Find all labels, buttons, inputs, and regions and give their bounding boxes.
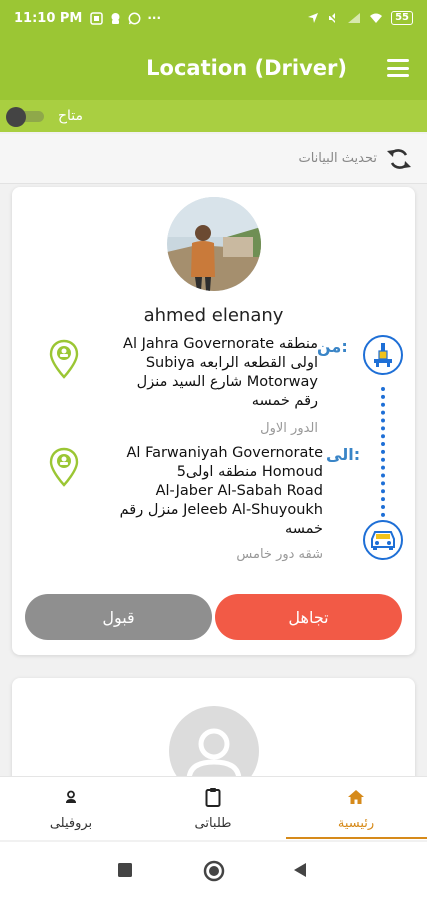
from-address: Al Jahra Governorate منطقه Subiya اولى ا… <box>78 335 318 411</box>
refresh-label: تحديث البيانات <box>298 151 377 166</box>
to-address-line: 5منطقه اولى Homoud <box>176 464 323 480</box>
to-address-line: Al Farwaniyah Governorate <box>126 445 323 461</box>
active-tab-indicator <box>286 837 427 839</box>
to-address-line: خمسه <box>284 521 323 537</box>
android-notification-icon <box>111 12 120 24</box>
nav-item-my-orders[interactable]: طلباتى <box>142 777 284 839</box>
car-icon <box>371 531 395 550</box>
to-label: الى: <box>326 445 361 464</box>
from-floor: الدور الاول <box>260 421 318 436</box>
to-address-line: Al-Jaber Al-Sabah Road <box>155 483 323 499</box>
status-time: 11:10 PM <box>14 10 83 26</box>
signal-icon <box>348 13 361 23</box>
app-bar: Location (Driver) <box>0 36 427 100</box>
hamburger-menu-icon[interactable] <box>387 59 409 77</box>
from-address-line: شارع السيد منزل Motorway <box>136 374 318 390</box>
to-address: Al Farwaniyah Governorate 5منطقه اولى Ho… <box>78 444 323 539</box>
route-dotted-line <box>381 387 385 517</box>
dropoff-location-badge <box>363 520 403 560</box>
more-notifications-icon: ··· <box>147 11 162 25</box>
notification-icons: ··· <box>90 11 161 25</box>
wifi-icon <box>370 13 383 23</box>
nav-item-label: رئيسية <box>337 815 375 831</box>
home-circle-icon[interactable] <box>203 860 225 882</box>
to-address-line: منزل رقم Jeleeb Al-Shuyoukh <box>119 502 323 518</box>
clipboard-icon <box>205 787 221 807</box>
nav-item-label: بروفيلى <box>49 815 93 831</box>
accept-button[interactable]: قبول <box>25 594 212 640</box>
nav-item-label: طلباتى <box>194 815 232 831</box>
page-title: Location (Driver) <box>146 56 347 80</box>
recent-apps-icon[interactable] <box>117 862 133 878</box>
refresh-row[interactable]: تحديث البيانات <box>0 134 427 184</box>
pickup-location-badge <box>363 335 403 375</box>
nav-item-profile[interactable]: بروفيلى <box>0 777 142 839</box>
whatsapp-icon <box>128 12 141 24</box>
availability-toggle[interactable] <box>6 107 44 127</box>
to-map-pin-icon[interactable] <box>49 447 79 487</box>
from-label: من: <box>317 337 348 356</box>
location-arrow-icon <box>308 13 319 23</box>
driver-avatar <box>167 197 261 291</box>
driver-name: ahmed elenany <box>143 305 284 326</box>
person-icon <box>66 790 76 803</box>
from-map-pin-icon[interactable] <box>49 339 79 379</box>
from-address-line: رقم خمسه <box>251 393 318 409</box>
bottom-navigation: بروفيلى طلباتى رئيسية <box>0 776 427 840</box>
from-address-line: Subiya اولى القطعه الرابعه <box>145 355 318 371</box>
availability-label: متاح <box>58 108 84 124</box>
system-navigation-bar <box>0 842 427 900</box>
nav-item-home[interactable]: رئيسية <box>285 777 427 839</box>
to-floor: شقه دور خامس <box>236 547 323 562</box>
home-icon <box>348 789 364 804</box>
status-bar: 11:10 PM ··· 55 <box>0 0 427 36</box>
app-notification-icon <box>90 11 104 25</box>
ride-request-card: ahmed elenany من: Al Jahra Governorate م… <box>12 187 415 655</box>
availability-bar: متاح <box>0 100 427 132</box>
system-indicators: 55 <box>307 11 413 25</box>
back-triangle-icon[interactable] <box>292 862 308 878</box>
from-address-line: Al Jahra Governorate منطقه <box>123 336 318 352</box>
ignore-button[interactable]: تجاهل <box>215 594 402 640</box>
pickup-landmark-icon <box>374 343 392 367</box>
battery-indicator: 55 <box>391 11 413 25</box>
refresh-icon[interactable] <box>385 145 413 173</box>
silent-icon <box>327 12 339 24</box>
